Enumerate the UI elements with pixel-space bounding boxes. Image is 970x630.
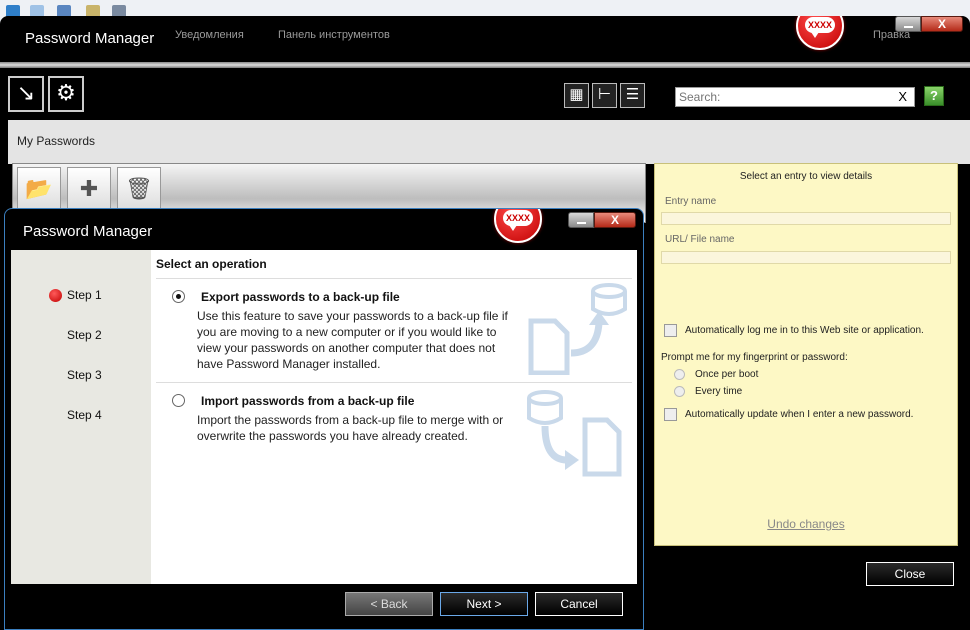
step-1: Step 1 [67, 288, 102, 302]
search-input[interactable] [676, 88, 886, 106]
auto-login-row: Automatically log me in to this Web site… [664, 324, 924, 337]
step-4: Step 4 [67, 408, 102, 422]
dialog-chat-badge-icon: XXXX [494, 209, 542, 243]
divider [156, 382, 632, 383]
every-time-label: Every time [695, 386, 743, 397]
url-label: URL/ File name [665, 234, 735, 245]
wizard-steps-panel: Step 1 Step 2 Step 3 Step 4 [11, 250, 151, 584]
url-field[interactable] [661, 251, 951, 264]
wizard-footer: < Back Next > Cancel [5, 584, 643, 629]
auto-update-checkbox[interactable] [664, 408, 677, 421]
import-radio[interactable] [172, 394, 185, 407]
cancel-button[interactable]: Cancel [535, 592, 623, 616]
auto-login-label: Automatically log me in to this Web site… [685, 325, 924, 336]
bg-menu-notifications: Уведомления [175, 29, 244, 41]
dialog-window-controls: X [568, 212, 636, 228]
backup-wizard-dialog: Password Manager XXXX X Step 1 Step 2 St… [4, 208, 644, 630]
details-header: Select an entry to view details [739, 171, 873, 182]
next-button[interactable]: Next > [440, 592, 528, 616]
entry-name-field[interactable] [661, 212, 951, 225]
breadcrumb-bar: My Passwords [8, 120, 970, 164]
divider [156, 278, 632, 279]
list-view-icon[interactable]: ☰ [620, 83, 645, 108]
import-backup-icon [527, 390, 622, 477]
dialog-title: Password Manager [23, 223, 153, 240]
current-step-indicator-icon [49, 289, 62, 302]
breadcrumb: My Passwords [17, 134, 96, 148]
trash-icon[interactable]: 🗑 [117, 167, 161, 211]
window-title: Password Manager [25, 30, 155, 47]
search-field: X [675, 87, 915, 107]
export-option-description: Use this feature to save your passwords … [197, 309, 508, 371]
back-button[interactable]: < Back [345, 592, 433, 616]
close-button[interactable]: Close [866, 562, 954, 586]
import-option-description: Import the passwords from a back-up file… [197, 413, 504, 443]
dialog-close-button[interactable]: X [594, 212, 636, 228]
prompt-label: Prompt me for my fingerprint or password… [661, 352, 848, 363]
every-time-row: Every time [674, 386, 742, 397]
step-3: Step 3 [67, 368, 102, 382]
import-export-icon[interactable]: ↘ [8, 76, 44, 112]
entry-name-label: Entry name [665, 196, 717, 207]
title-divider [0, 62, 970, 68]
details-panel: Select an entry to view details Entry na… [654, 163, 958, 546]
auto-login-checkbox[interactable] [664, 324, 677, 337]
open-folder-icon[interactable]: 📂 [17, 167, 61, 211]
auto-update-row: Automatically update when I enter a new … [664, 408, 913, 421]
every-time-radio[interactable] [674, 386, 685, 397]
export-radio[interactable] [172, 290, 185, 303]
once-per-boot-row: Once per boot [674, 369, 758, 380]
clear-search-button[interactable]: X [898, 89, 907, 104]
step-2: Step 2 [67, 328, 102, 342]
undo-changes-link[interactable]: Undo changes [655, 517, 957, 531]
auto-update-label: Automatically update when I enter a new … [685, 409, 914, 420]
export-option-title[interactable]: Export passwords to a back-up file [201, 290, 400, 304]
wizard-content: Select an operation Export passwords to … [151, 250, 637, 584]
help-icon[interactable]: ? [924, 86, 944, 106]
new-entry-icon[interactable]: ✚ [67, 167, 111, 211]
chat-badge-icon: XXXX [796, 16, 844, 50]
bg-menu-toolbar: Панель инструментов [278, 29, 390, 41]
export-backup-icon [528, 283, 627, 375]
once-per-boot-radio[interactable] [674, 369, 685, 380]
once-per-boot-label: Once per boot [695, 369, 759, 380]
minimize-button[interactable] [895, 16, 921, 32]
close-window-button[interactable]: X [921, 16, 963, 32]
import-option-title[interactable]: Import passwords from a back-up file [201, 394, 414, 408]
select-operation-heading: Select an operation [156, 257, 267, 271]
window-controls: X [895, 16, 963, 32]
settings-gear-icon[interactable]: ⚙ [48, 76, 84, 112]
grid-view-icon[interactable]: ▦ [564, 83, 589, 108]
dialog-minimize-button[interactable] [568, 212, 594, 228]
tree-view-icon[interactable]: ⊢ [592, 83, 617, 108]
